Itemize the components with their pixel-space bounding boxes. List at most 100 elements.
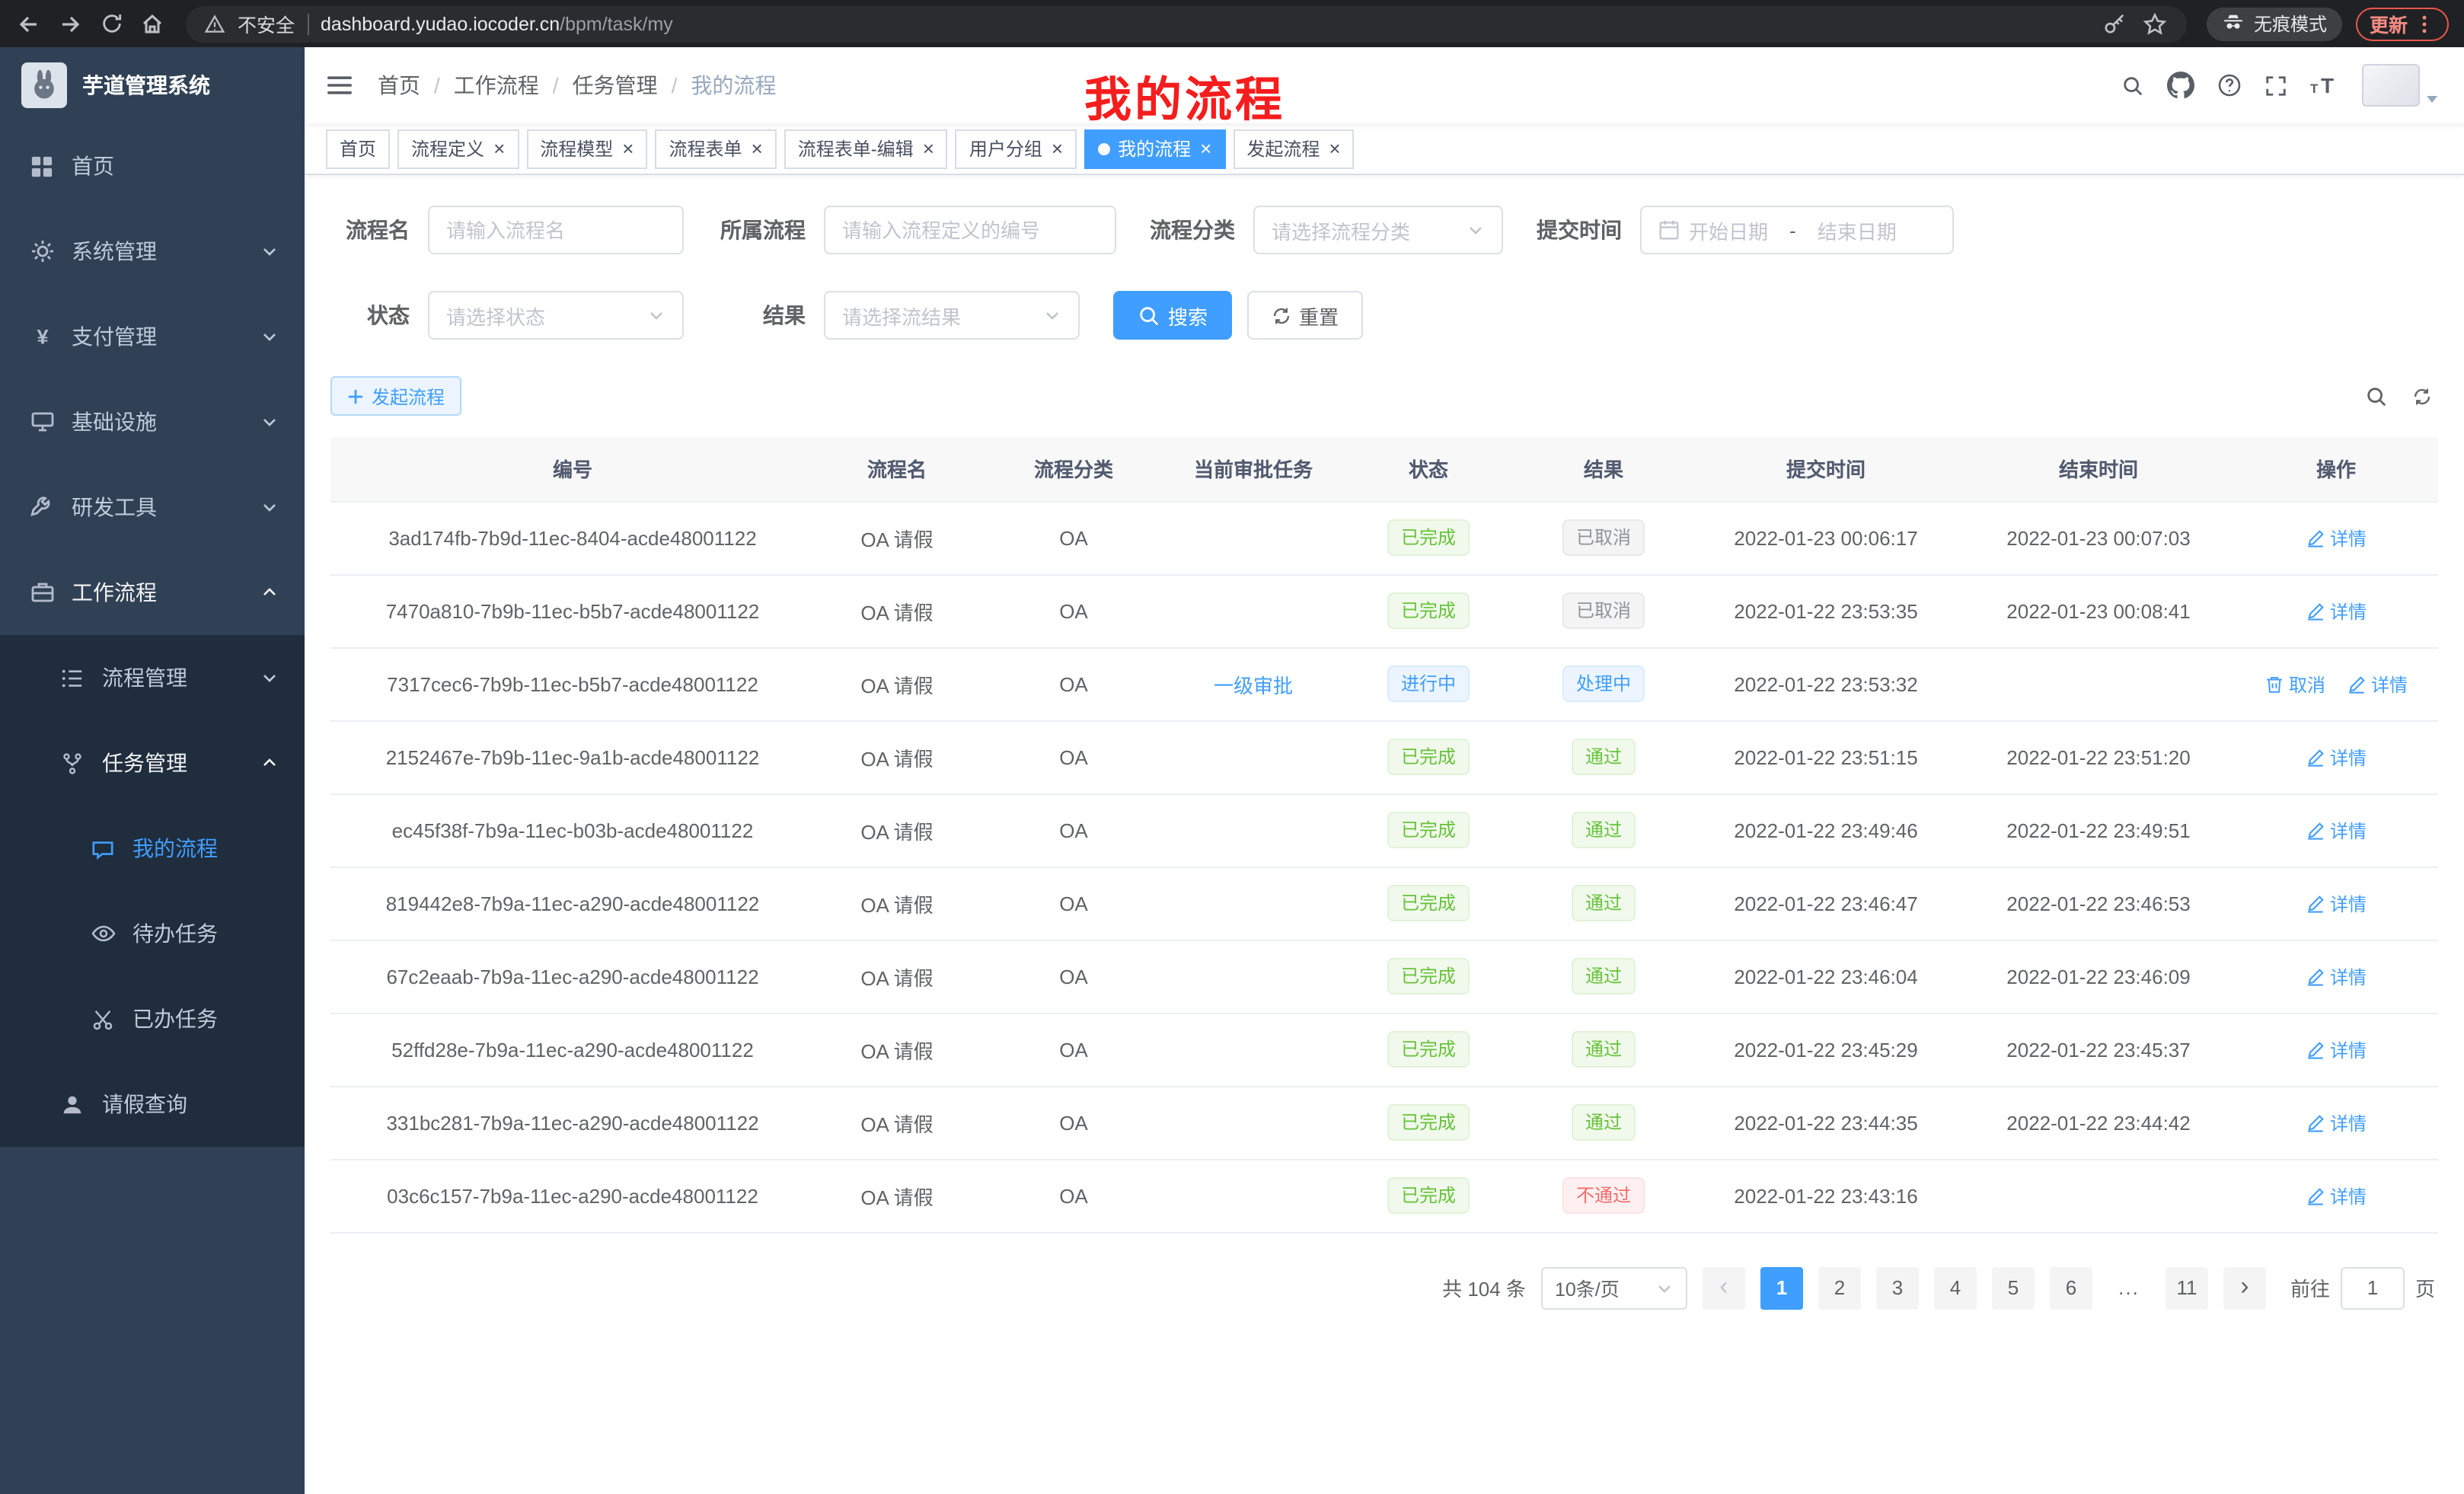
sidebar-item-todo-task[interactable]: 待办任务 <box>0 891 305 976</box>
table-refresh-icon[interactable] <box>2412 386 2432 406</box>
sidebar-item-label: 待办任务 <box>132 918 218 949</box>
sidebar-item-dev-tools[interactable]: 研发工具 <box>0 464 305 550</box>
result-label: 结果 <box>717 300 806 330</box>
detail-link[interactable]: 详情 <box>2306 963 2367 989</box>
tab-label: 流程定义 <box>411 136 484 161</box>
page-button-3[interactable]: 3 <box>1876 1266 1919 1309</box>
help-icon[interactable] <box>2217 73 2242 97</box>
cell-id: 67c2eaab-7b9a-11ec-a290-acde48001122 <box>330 940 815 1013</box>
tab-发起流程[interactable]: 发起流程× <box>1233 129 1354 168</box>
breadcrumb-item: 我的流程 <box>691 70 776 101</box>
browser-home-icon[interactable] <box>139 10 166 37</box>
close-icon[interactable]: × <box>493 139 505 158</box>
detail-link[interactable]: 详情 <box>2306 1109 2367 1135</box>
status-tag: 已完成 <box>1387 592 1470 629</box>
sidebar-item-workflow[interactable]: 工作流程 <box>0 550 305 635</box>
hamburger-icon[interactable] <box>326 72 353 99</box>
github-icon[interactable] <box>2167 72 2194 99</box>
tab-流程表单-编辑[interactable]: 流程表单-编辑× <box>784 129 948 168</box>
tab-首页[interactable]: 首页 <box>326 129 390 168</box>
detail-link[interactable]: 详情 <box>2306 817 2367 843</box>
chevron-down-icon <box>260 498 279 516</box>
tab-流程定义[interactable]: 流程定义 × <box>397 129 519 168</box>
page-button-1[interactable]: 1 <box>1760 1266 1803 1309</box>
page-button-6[interactable]: 6 <box>2050 1266 2092 1309</box>
breadcrumb-item[interactable]: 工作流程 <box>454 70 539 101</box>
page-button-2[interactable]: 2 <box>1818 1266 1861 1309</box>
table-search-icon[interactable] <box>2365 385 2388 407</box>
process-key-input[interactable] <box>824 206 1116 254</box>
avatar[interactable] <box>2362 64 2440 107</box>
detail-link[interactable]: 详情 <box>2306 525 2367 551</box>
browser-reload-icon[interactable] <box>97 10 125 37</box>
cell-name: OA 请假 <box>815 793 979 867</box>
password-key-icon[interactable] <box>2102 10 2129 37</box>
sidebar-item-done-task[interactable]: 已办任务 <box>0 976 305 1061</box>
goto-page-input[interactable] <box>2341 1266 2405 1309</box>
tab-流程表单[interactable]: 流程表单× <box>655 129 776 168</box>
cell-end-time: 2022-01-22 23:46:53 <box>1963 867 2234 940</box>
cancel-link[interactable]: 取消 <box>2265 671 2325 697</box>
calendar-icon <box>1658 219 1680 241</box>
security-label[interactable]: 不安全 <box>238 9 295 38</box>
sidebar-item-process-management[interactable]: 流程管理 <box>0 635 305 720</box>
sidebar-item-task-management[interactable]: 任务管理 <box>0 720 305 806</box>
reset-button[interactable]: 重置 <box>1247 291 1363 340</box>
tab-我的流程[interactable]: 我的流程× <box>1084 129 1225 168</box>
breadcrumb-item[interactable]: 任务管理 <box>573 70 658 101</box>
fontsize-icon[interactable]: TT <box>2310 73 2339 97</box>
category-select[interactable]: 请选择流程分类 <box>1253 206 1503 254</box>
search-button[interactable]: 搜索 <box>1113 291 1232 340</box>
browser-back-icon[interactable] <box>15 10 43 37</box>
table-row: 7470a810-7b9b-11ec-b5b7-acde48001122OA 请… <box>330 574 2438 647</box>
page-size-select[interactable]: 10条/页 <box>1541 1266 1687 1309</box>
sidebar-item-leave-query[interactable]: 请假查询 <box>0 1061 305 1147</box>
detail-link[interactable]: 详情 <box>2306 598 2367 624</box>
page-button-11[interactable]: 11 <box>2166 1266 2208 1309</box>
cell-name: OA 请假 <box>815 647 979 720</box>
submit-time-range-input[interactable]: 开始日期 - 结束日期 <box>1640 206 1954 254</box>
breadcrumb-item[interactable]: 首页 <box>378 70 420 101</box>
search-icon[interactable] <box>2121 74 2144 97</box>
bookmark-star-icon[interactable] <box>2141 10 2169 37</box>
menu-dots-icon[interactable] <box>2414 13 2435 34</box>
close-icon[interactable]: × <box>1200 139 1211 158</box>
sidebar-item-payment-management[interactable]: ¥支付管理 <box>0 294 305 379</box>
sidebar-item-system-management[interactable]: 系统管理 <box>0 209 305 294</box>
close-icon[interactable]: × <box>1329 139 1340 158</box>
tab-用户分组[interactable]: 用户分组× <box>956 129 1077 168</box>
status-select[interactable]: 请选择状态 <box>428 291 684 340</box>
close-icon[interactable]: × <box>923 139 934 158</box>
close-icon[interactable]: × <box>1052 139 1063 158</box>
process-name-input[interactable] <box>428 206 684 254</box>
cell-actions: 取消详情 <box>2234 647 2438 720</box>
page-button-5[interactable]: 5 <box>1992 1266 2035 1309</box>
page-button-4[interactable]: 4 <box>1934 1266 1977 1309</box>
current-task-link[interactable]: 一级审批 <box>1214 674 1293 697</box>
sidebar-item-infrastructure[interactable]: 基础设施 <box>0 379 305 464</box>
detail-link[interactable]: 详情 <box>2306 1183 2367 1208</box>
close-icon[interactable]: × <box>752 139 763 158</box>
detail-link[interactable]: 详情 <box>2347 671 2408 697</box>
result-select[interactable]: 请选择流结果 <box>824 291 1080 340</box>
detail-link[interactable]: 详情 <box>2306 744 2367 770</box>
cell-category: OA <box>979 1159 1168 1232</box>
sidebar-item-my-process[interactable]: 我的流程 <box>0 806 305 891</box>
tab-流程模型[interactable]: 流程模型× <box>526 129 647 168</box>
fullscreen-icon[interactable] <box>2265 74 2287 97</box>
prev-page-button[interactable]: ‹ <box>1703 1266 1745 1309</box>
page-ellipsis[interactable]: ... <box>2108 1266 2150 1309</box>
browser-forward-icon[interactable] <box>56 10 84 37</box>
cell-status: 已完成 <box>1339 574 1518 647</box>
close-icon[interactable]: × <box>622 139 634 158</box>
status-tag: 处理中 <box>1562 666 1645 702</box>
next-page-button[interactable]: › <box>2223 1266 2266 1309</box>
detail-link[interactable]: 详情 <box>2306 1036 2367 1062</box>
sidebar-item-home[interactable]: 首页 <box>0 123 305 209</box>
cell-id: 819442e8-7b9a-11ec-a290-acde48001122 <box>330 867 815 940</box>
eye-icon <box>91 921 116 946</box>
detail-link[interactable]: 详情 <box>2306 890 2367 916</box>
address-bar[interactable]: 不安全 dashboard.yudao.iocoder.cn/bpm/task/… <box>186 5 2187 42</box>
update-button[interactable]: 更新 <box>2356 7 2449 40</box>
create-process-button[interactable]: 发起流程 <box>330 376 461 416</box>
